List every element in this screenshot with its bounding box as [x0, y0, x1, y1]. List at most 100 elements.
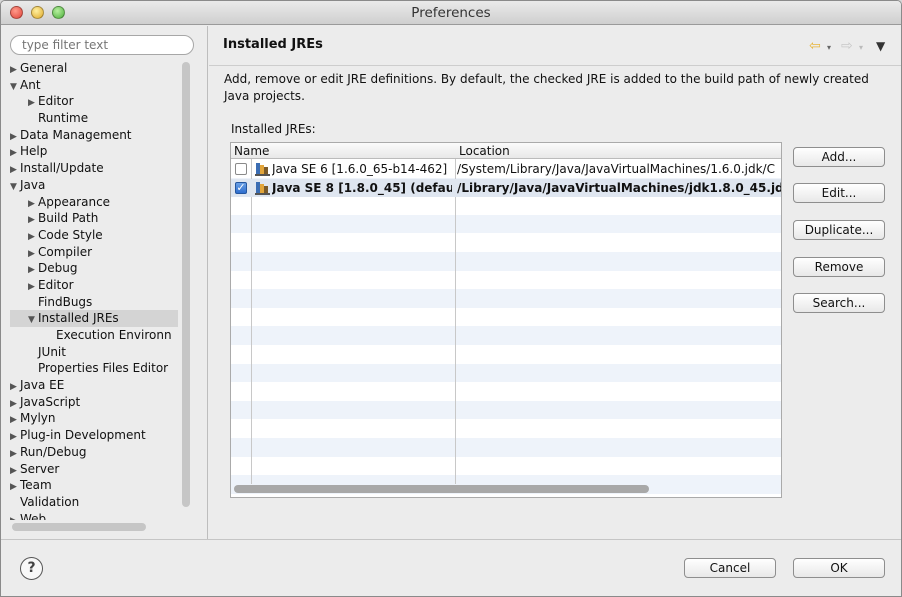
table-stripe [231, 214, 781, 234]
tree-item-label: Help [20, 144, 48, 159]
tree-item[interactable]: ▶ General [10, 60, 178, 77]
window-title: Preferences [411, 5, 491, 21]
tree-item-label: Debug [38, 261, 78, 276]
table-row[interactable]: Java SE 6 [1.6.0_65-b14-462] /System/Libr… [231, 160, 781, 179]
tree-item[interactable]: ▶ Run/Debug [10, 444, 178, 461]
jre-name-cell: Java SE 8 [1.8.0_45] (default) [272, 180, 452, 195]
tree-item[interactable]: ▶ Install/Update [10, 160, 178, 177]
expand-arrow-icon[interactable]: ▶ [10, 513, 20, 520]
table-stripe [231, 345, 781, 364]
tree-item-label: Validation [20, 494, 80, 509]
tree-item[interactable]: ▼ Installed JREs [10, 310, 178, 327]
page-header: Installed JREs ⇦ ▾ ⇨ ▾ ▼ [209, 26, 901, 66]
tree-item[interactable]: ▶ Server [10, 461, 178, 478]
table-stripe [231, 400, 781, 420]
installed-jres-label: Installed JREs: [231, 122, 316, 136]
remove-button[interactable]: Remove [793, 257, 885, 277]
tree-item[interactable]: ▶ Build Path [10, 210, 178, 227]
tree-item[interactable]: ▶ Debug [10, 260, 178, 277]
tree-item-label: JUnit [38, 344, 66, 359]
column-header-location[interactable]: Location [456, 143, 510, 159]
search-button[interactable]: Search... [793, 293, 885, 313]
table-header: Name Location [231, 143, 781, 159]
tree-horizontal-scrollbar[interactable] [12, 523, 146, 531]
tree-item-label: Execution Environn [56, 328, 172, 342]
page-title: Installed JREs [223, 37, 323, 52]
column-header-name[interactable]: Name [231, 143, 269, 159]
tree-item[interactable]: Properties Files Editor [10, 360, 178, 377]
tree-item[interactable]: ▶ Plug-in Development [10, 427, 178, 444]
jre-checkbox[interactable] [235, 163, 247, 175]
tree-item[interactable]: ▶ Mylyn [10, 410, 178, 427]
jre-checkbox[interactable]: ✓ [235, 181, 247, 194]
tree-item-label: Installed JREs [38, 311, 119, 326]
table-stripe [231, 438, 781, 457]
table-row[interactable]: ✓ Java SE 8 [1.8.0_45] (default) /Library/… [231, 178, 781, 198]
tree-item-label: Compiler [38, 244, 93, 259]
table-stripe [231, 233, 781, 252]
table-horizontal-scrollbar[interactable] [234, 485, 649, 493]
table-stripe [231, 419, 781, 438]
tree-item-label: Data Management [20, 127, 132, 142]
title-bar[interactable]: Preferences [1, 1, 901, 25]
tree-item[interactable]: ▶ Help [10, 143, 178, 160]
tree-item-label: Editor [38, 277, 74, 292]
installed-jres-table[interactable]: Name Location Java SE 6 [1.6.0_65-b14-46… [230, 142, 782, 498]
tree-item-label: Runtime [38, 111, 89, 126]
tree-item-label: JavaScript [20, 394, 81, 409]
tree-item-label: Web [20, 511, 47, 520]
tree-vertical-scrollbar[interactable] [182, 62, 190, 507]
tree-item-label: Run/Debug [20, 444, 87, 459]
jre-library-icon [255, 181, 270, 195]
jre-name-cell: Java SE 6 [1.6.0_65-b14-462] [272, 162, 448, 176]
table-stripe [231, 382, 781, 401]
tree-item-label: Plug-in Development [20, 428, 146, 443]
forward-dropdown-icon[interactable]: ▾ [859, 43, 863, 52]
table-stripe [231, 363, 781, 383]
tree-item[interactable]: Execution Environn [10, 327, 178, 344]
tree-item[interactable]: ▼ Ant [10, 77, 178, 94]
cancel-button[interactable]: Cancel [684, 558, 776, 578]
add-button[interactable]: Add... [793, 147, 885, 167]
tree-item[interactable]: ▶ Code Style [10, 227, 178, 244]
tree-item[interactable]: ▶ JavaScript [10, 394, 178, 411]
tree-item[interactable]: ▶ Data Management [10, 127, 178, 144]
table-stripe [231, 326, 781, 345]
filter-input[interactable] [10, 35, 194, 55]
preference-navigation-panel: ▶General▼Ant▶EditorRuntime▶Data Manageme… [1, 26, 208, 539]
tree-item-label: Team [20, 478, 52, 493]
tree-item-label: Java [20, 177, 46, 192]
table-stripe [231, 307, 781, 327]
tree-item-label: Build Path [38, 211, 99, 226]
ok-button[interactable]: OK [793, 558, 885, 578]
tree-item[interactable]: JUnit [10, 344, 178, 361]
edit-button[interactable]: Edit... [793, 183, 885, 203]
duplicate-button[interactable]: Duplicate... [793, 220, 885, 240]
tree-item-label: Java EE [20, 378, 65, 393]
back-dropdown-icon[interactable]: ▾ [827, 43, 831, 52]
back-arrow-icon[interactable]: ⇦ [809, 38, 821, 54]
tree-item[interactable]: ▶ Appearance [10, 194, 178, 211]
tree-item-label: Mylyn [20, 411, 56, 426]
tree-item[interactable]: ▼ Java [10, 177, 178, 194]
tree-item[interactable]: Validation [10, 494, 178, 511]
tree-item-label: General [20, 61, 68, 75]
view-menu-icon[interactable]: ▼ [876, 39, 885, 53]
tree-item-label: Appearance [38, 194, 111, 209]
tree-item[interactable]: ▶Web [10, 511, 178, 520]
tree-item[interactable]: Runtime [10, 110, 178, 127]
table-stripe [231, 289, 781, 308]
table-stripe [231, 270, 781, 290]
page-description: Add, remove or edit JRE definitions. By … [224, 72, 869, 103]
tree-item[interactable]: ▶ Editor [10, 93, 178, 110]
jre-location-cell: /Library/Java/JavaVirtualMachines/jdk1.8… [457, 180, 781, 195]
table-stripe [231, 196, 781, 215]
tree-item[interactable]: ▶ Java EE [10, 377, 178, 394]
tree-item[interactable]: ▶ Editor [10, 277, 178, 294]
tree-item-label: Editor [38, 94, 74, 109]
tree-item[interactable]: ▶ Team [10, 477, 178, 494]
help-icon[interactable]: ? [20, 557, 43, 580]
tree-item[interactable]: FindBugs [10, 294, 178, 311]
forward-arrow-icon[interactable]: ⇨ [841, 38, 853, 54]
tree-item[interactable]: ▶ Compiler [10, 244, 178, 261]
